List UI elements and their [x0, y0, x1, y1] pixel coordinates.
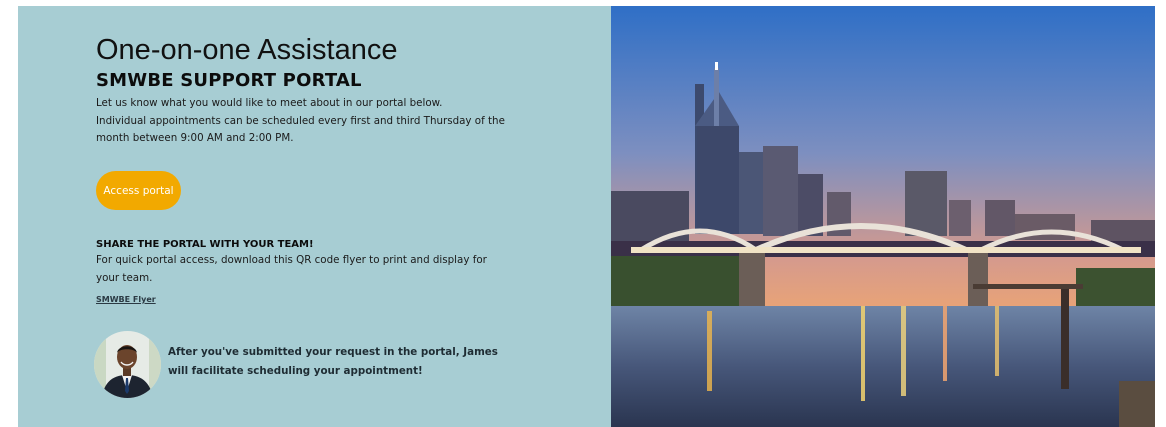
portal-subtitle: SMWBE SUPPORT PORTAL — [96, 70, 362, 91]
smwbe-flyer-link[interactable]: SMWBE Flyer — [96, 295, 156, 304]
hero-content: One-on-one Assistance SMWBE SUPPORT PORT… — [96, 32, 506, 148]
share-title: SHARE THE PORTAL WITH YOUR TEAM! — [96, 239, 314, 250]
access-portal-button[interactable]: Access portal — [96, 171, 181, 210]
city-photo — [611, 6, 1155, 427]
share-section: SHARE THE PORTAL WITH YOUR TEAM! For qui… — [96, 239, 491, 306]
description-line-2: Individual appointments can be scheduled… — [96, 114, 505, 145]
info-panel: One-on-one Assistance SMWBE SUPPORT PORT… — [18, 6, 611, 427]
description-line-1: Let us know what you would like to meet … — [96, 97, 443, 109]
city-skyline-bridge-photo-icon — [611, 6, 1155, 427]
support-banner: One-on-one Assistance SMWBE SUPPORT PORT… — [18, 6, 1155, 427]
share-text: For quick portal access, download this Q… — [96, 254, 487, 284]
facilitator-section: After you've submitted your request in t… — [94, 331, 518, 398]
facilitator-text: After you've submitted your request in t… — [168, 345, 498, 377]
page-title: One-on-one Assistance — [96, 34, 398, 66]
person-avatar-icon — [94, 331, 161, 398]
avatar — [94, 331, 161, 398]
